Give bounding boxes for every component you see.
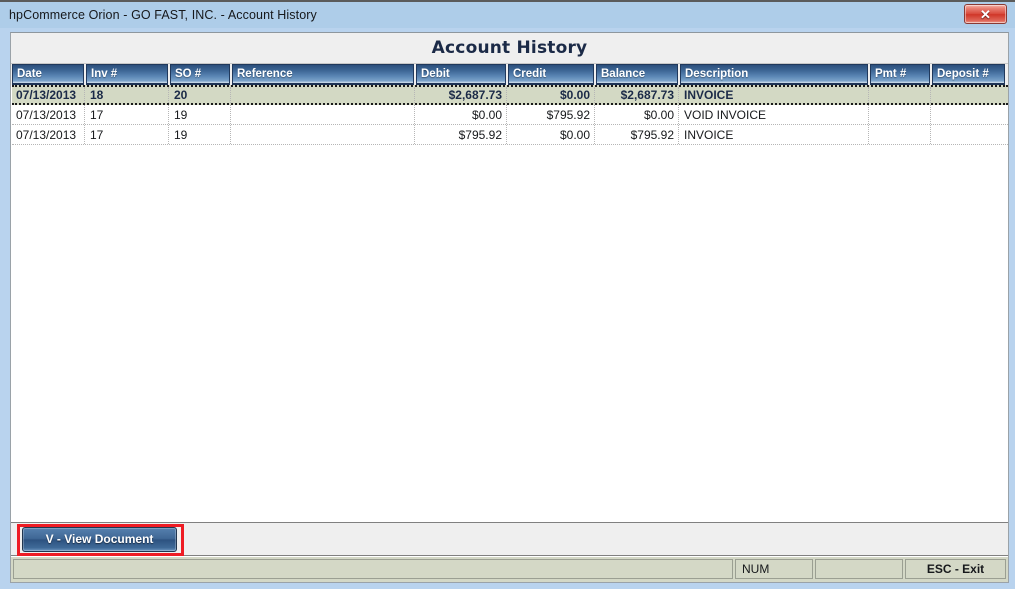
table-row[interactable]: 07/13/2013 17 19 $795.92 $0.00 $795.92 INVOICE: [12, 125, 1008, 145]
grid-rows: 07/13/2013 18 20 $2,687.73 $0.00 $2,687.73 INV…: [12, 85, 1008, 145]
table-cell: 19: [170, 105, 231, 124]
status-num-panel: NUM: [735, 559, 813, 579]
application-window: hpCommerce Orion - GO FAST, INC. - Accou…: [0, 0, 1015, 589]
table-row[interactable]: 07/13/2013 17 19 $0.00 $795.92 $0.00 VOID INVO…: [12, 105, 1008, 125]
grid-body[interactable]: 07/13/2013 18 20 $2,687.73 $0.00 $2,687.73 INV…: [11, 85, 1008, 522]
account-history-grid: Date Inv # SO # Reference Debit Credit Balance…: [11, 63, 1008, 522]
grid-header-row: Date Inv # SO # Reference Debit Credit Balance…: [11, 64, 1008, 85]
table-cell: $795.92: [508, 105, 595, 124]
grid-column-header[interactable]: Description: [680, 64, 868, 85]
table-cell: $2,687.73: [596, 87, 679, 103]
table-cell: 07/13/2013: [12, 87, 85, 103]
table-cell: $795.92: [596, 125, 679, 144]
status-blank-panel: [815, 559, 903, 579]
table-cell: [932, 125, 1005, 144]
table-cell: $2,687.73: [416, 87, 507, 103]
table-cell: [932, 105, 1005, 124]
window-title: hpCommerce Orion - GO FAST, INC. - Accou…: [9, 8, 317, 22]
grid-column-header[interactable]: SO #: [170, 64, 230, 85]
table-cell: [870, 125, 931, 144]
table-cell: [232, 105, 415, 124]
table-cell: $0.00: [416, 105, 507, 124]
grid-column-header[interactable]: Deposit #: [932, 64, 1005, 85]
table-cell: [932, 87, 1005, 103]
grid-column-header[interactable]: Pmt #: [870, 64, 930, 85]
heading-band: Account History: [11, 33, 1008, 63]
table-cell: 07/13/2013: [12, 125, 85, 144]
table-cell: 20: [170, 87, 231, 103]
grid-column-header[interactable]: Balance: [596, 64, 678, 85]
grid-column-header[interactable]: Reference: [232, 64, 414, 85]
close-window-button[interactable]: ✕: [964, 4, 1007, 24]
table-cell: [232, 87, 415, 103]
table-cell: 19: [170, 125, 231, 144]
view-document-button[interactable]: V - View Document: [22, 526, 177, 552]
table-cell: $795.92: [416, 125, 507, 144]
table-cell: INVOICE: [680, 125, 869, 144]
table-cell: 07/13/2013: [12, 105, 85, 124]
grid-column-header[interactable]: Credit: [508, 64, 594, 85]
title-bar: hpCommerce Orion - GO FAST, INC. - Accou…: [0, 2, 1015, 28]
table-cell: INVOICE: [680, 87, 869, 103]
table-cell: 18: [86, 87, 169, 103]
action-button-bar: V - View Document: [11, 522, 1008, 556]
status-bar: NUM ESC - Exit: [11, 556, 1008, 582]
table-cell: VOID INVOICE: [680, 105, 869, 124]
table-cell: [870, 105, 931, 124]
close-icon: ✕: [980, 6, 991, 22]
status-message-panel: [13, 559, 733, 579]
table-cell: $0.00: [508, 125, 595, 144]
status-esc-exit-panel[interactable]: ESC - Exit: [905, 559, 1006, 579]
table-cell: [870, 87, 931, 103]
grid-column-header[interactable]: Debit: [416, 64, 506, 85]
grid-column-header[interactable]: Inv #: [86, 64, 168, 85]
table-cell: $0.00: [508, 87, 595, 103]
table-row[interactable]: 07/13/2013 18 20 $2,687.73 $0.00 $2,687.73 INV…: [12, 85, 1008, 105]
table-cell: 17: [86, 125, 169, 144]
grid-column-header[interactable]: Date: [12, 64, 84, 85]
table-cell: [232, 125, 415, 144]
page-title: Account History: [431, 38, 588, 58]
table-cell: 17: [86, 105, 169, 124]
table-cell: $0.00: [596, 105, 679, 124]
window-client-area: Account History Date Inv # SO # Reference De…: [0, 28, 1015, 589]
content-panel: Account History Date Inv # SO # Reference De…: [10, 32, 1009, 583]
